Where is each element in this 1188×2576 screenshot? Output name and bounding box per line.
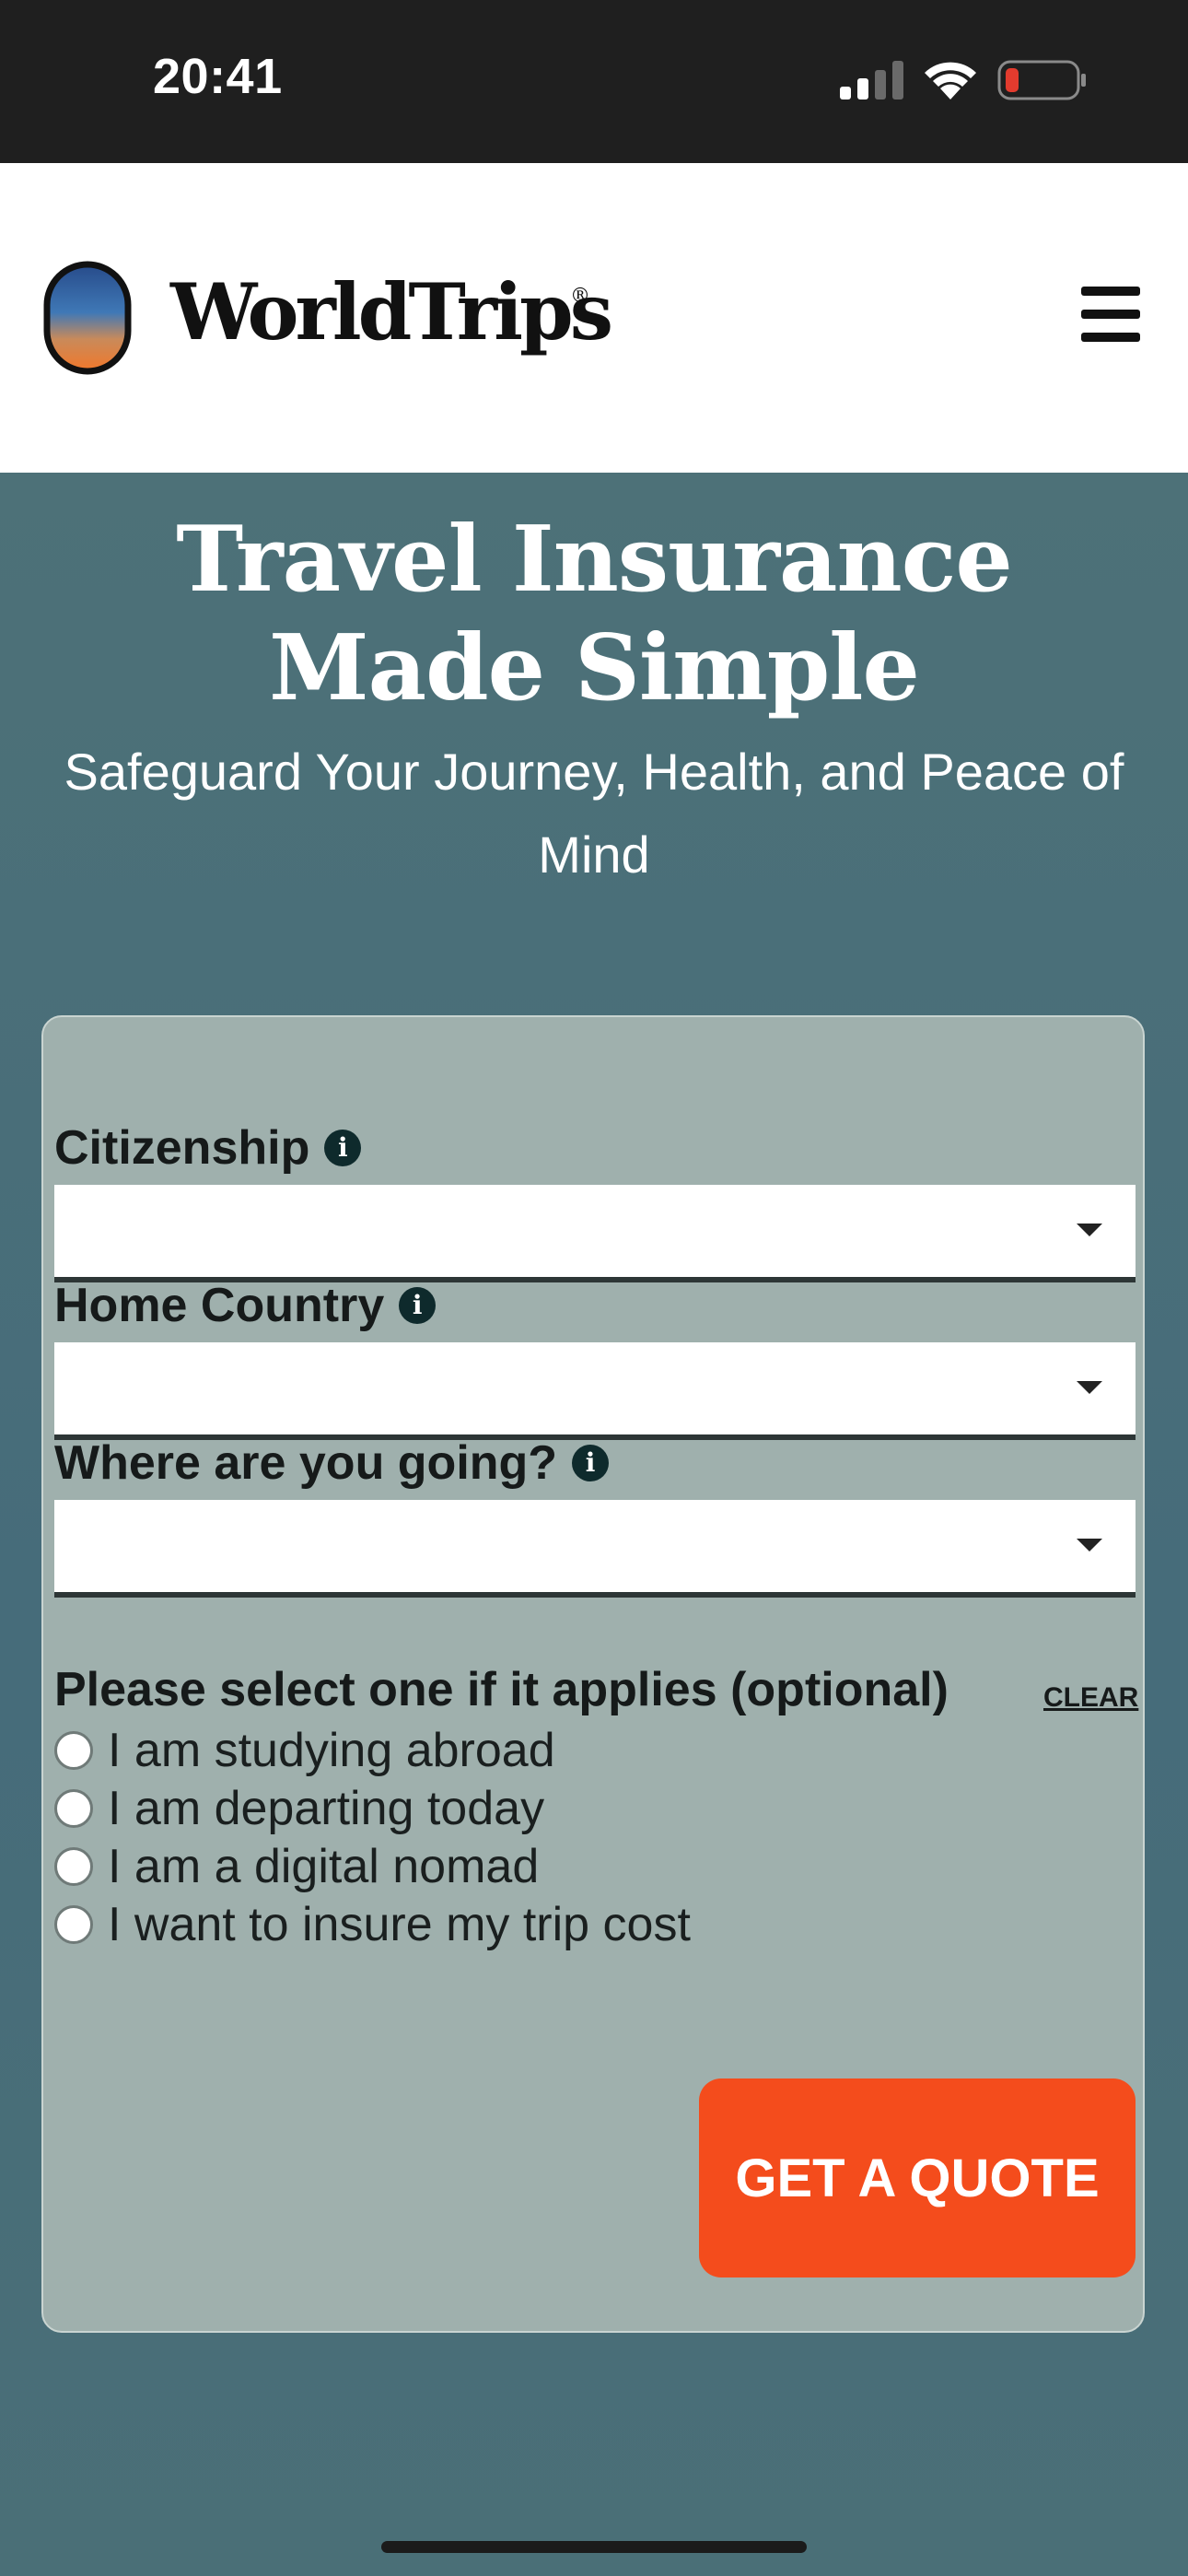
info-icon[interactable]: i bbox=[324, 1130, 362, 1166]
radio-option-studying-abroad[interactable]: I am studying abroad bbox=[54, 1723, 555, 1778]
radio-option-departing-today[interactable]: I am departing today bbox=[54, 1781, 544, 1836]
hero-title: Travel Insurance Made Simple bbox=[176, 507, 1013, 721]
info-icon[interactable]: i bbox=[572, 1445, 610, 1481]
brand-name[interactable]: WorldTrips bbox=[170, 266, 613, 358]
clear-link[interactable]: CLEAR bbox=[1043, 1682, 1138, 1714]
radio-option-digital-nomad[interactable]: I am a digital nomad bbox=[54, 1839, 539, 1894]
home-country-select[interactable] bbox=[54, 1342, 1136, 1440]
radio-button[interactable] bbox=[54, 1789, 93, 1828]
radio-button[interactable] bbox=[54, 1847, 93, 1886]
destination-select[interactable] bbox=[54, 1500, 1136, 1598]
battery-icon bbox=[997, 60, 1086, 100]
citizenship-label: Citizenship i bbox=[54, 1120, 362, 1176]
home-indicator[interactable] bbox=[381, 2541, 807, 2553]
hero-subtitle: Safeguard Your Journey, Health, and Peac… bbox=[64, 743, 1124, 884]
wifi-icon bbox=[925, 62, 976, 100]
signal-icon bbox=[840, 61, 903, 100]
hamburger-menu-icon[interactable] bbox=[1076, 283, 1146, 345]
radio-button[interactable] bbox=[54, 1905, 93, 1944]
destination-label: Where are you going? i bbox=[54, 1435, 610, 1491]
options-heading: Please select one if it applies (optiona… bbox=[54, 1663, 949, 1716]
quote-form: Citizenship i Home Country i Where are y… bbox=[41, 1015, 1145, 2333]
radio-button[interactable] bbox=[54, 1731, 93, 1770]
citizenship-select[interactable] bbox=[54, 1185, 1136, 1282]
home-country-label: Home Country i bbox=[54, 1278, 437, 1333]
status-time: 20:41 bbox=[153, 49, 283, 104]
radio-option-trip-cost[interactable]: I want to insure my trip cost bbox=[54, 1897, 691, 1952]
info-icon[interactable]: i bbox=[399, 1287, 437, 1324]
status-bar: 20:41 bbox=[0, 0, 1188, 163]
chevron-down-icon bbox=[1077, 1539, 1102, 1551]
registered-mark: ® bbox=[570, 285, 590, 308]
capsule-sunset-logo[interactable] bbox=[43, 261, 132, 375]
get-quote-button[interactable]: GET A QUOTE bbox=[699, 2078, 1136, 2277]
chevron-down-icon bbox=[1077, 1224, 1102, 1236]
site-header: WorldTrips ® bbox=[0, 163, 1188, 473]
chevron-down-icon bbox=[1077, 1381, 1102, 1394]
